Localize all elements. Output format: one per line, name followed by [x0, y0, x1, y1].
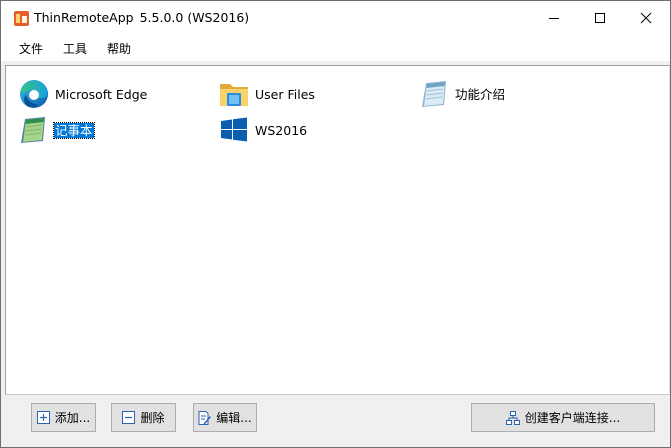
menu-tools[interactable]: 工具 [63, 40, 87, 57]
app-version: 5.5.0.0 (WS2016) [139, 10, 250, 25]
create-client-connection-label: 创建客户端连接... [524, 411, 621, 425]
edit-button[interactable]: 编辑... [193, 403, 257, 432]
windows-logo-icon [218, 114, 250, 146]
close-button[interactable] [623, 1, 669, 35]
app-list[interactable]: Microsoft Edge User Files 功能介绍 记事本 WS201… [5, 65, 670, 395]
network-icon [505, 410, 520, 425]
menu-file[interactable]: 文件 [19, 40, 43, 57]
list-item-user-files[interactable]: User Files [218, 78, 408, 112]
app-window: ThinRemoteApp 5.5.0.0 (WS2016) 文件 工具 帮助 [0, 0, 671, 448]
folder-icon [218, 78, 250, 110]
add-button-label: 添加... [54, 411, 91, 425]
list-item-label: 记事本 [53, 122, 95, 139]
edge-icon [18, 78, 50, 110]
maximize-icon [595, 13, 605, 23]
add-button[interactable]: 添加... [31, 403, 96, 432]
delete-button[interactable]: 删除 [111, 403, 176, 432]
minimize-button[interactable] [531, 1, 577, 35]
create-client-connection-button[interactable]: 创建客户端连接... [471, 403, 655, 432]
notepad-icon [18, 114, 50, 146]
list-item-ws2016[interactable]: WS2016 [218, 114, 408, 148]
list-item-label: 功能介绍 [455, 87, 506, 102]
app-logo-icon [14, 11, 29, 26]
maximize-button[interactable] [577, 1, 623, 35]
menu-help[interactable]: 帮助 [107, 40, 131, 57]
list-item-label: WS2016 [255, 123, 308, 138]
list-item-feature-intro[interactable]: 功能介绍 [418, 78, 608, 112]
minimize-icon [549, 18, 559, 19]
remove-icon [122, 411, 136, 424]
app-name: ThinRemoteApp [34, 10, 134, 25]
delete-button-label: 删除 [140, 411, 165, 425]
list-item-notepad[interactable]: 记事本 [18, 114, 208, 148]
close-icon [640, 12, 652, 24]
button-bar: 添加... 删除 编辑... 创建客户端连接... [1, 395, 670, 447]
add-icon [36, 411, 50, 424]
edit-button-label: 编辑... [216, 411, 252, 425]
edit-icon [198, 410, 212, 425]
window-title: ThinRemoteApp 5.5.0.0 (WS2016) [34, 10, 249, 25]
title-bar[interactable]: ThinRemoteApp 5.5.0.0 (WS2016) [1, 1, 670, 35]
menu-bar: 文件 工具 帮助 [1, 35, 670, 61]
list-item-label: Microsoft Edge [55, 87, 148, 102]
list-item-label: User Files [255, 87, 315, 102]
notepad-icon [418, 78, 450, 110]
list-item-microsoft-edge[interactable]: Microsoft Edge [18, 78, 208, 112]
